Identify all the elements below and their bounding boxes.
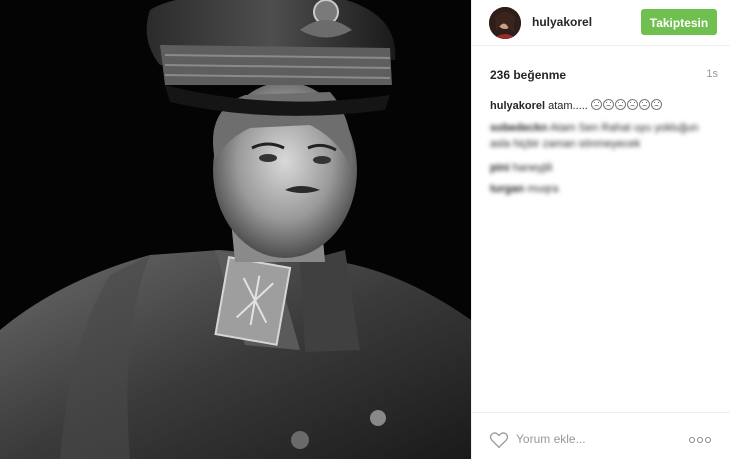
face-emoji-icon (614, 99, 626, 110)
face-emoji-icon (590, 99, 602, 110)
post-photo[interactable] (0, 0, 471, 459)
caption-text: atam..... (548, 100, 588, 112)
list-item: sobedeckn Atam Sen Rahat uyu yokluğun as… (490, 120, 718, 152)
likes-count[interactable]: 236 beğenme (490, 68, 566, 82)
avatar-image (489, 7, 521, 39)
comment-text: muqra (527, 183, 559, 195)
portrait-image (0, 0, 471, 459)
face-emoji-icon (650, 99, 662, 110)
face-emoji-icon (638, 99, 650, 110)
emoji-group (590, 99, 663, 112)
follow-button[interactable]: Takiptesin (641, 9, 717, 35)
face-emoji-icon (626, 99, 638, 110)
list-item: turgan muqra (490, 181, 718, 197)
comment-username[interactable]: pini (490, 162, 510, 174)
more-options-icon[interactable] (689, 437, 713, 443)
caption-username[interactable]: hulyakorel (490, 100, 545, 112)
heart-outline-icon[interactable] (489, 431, 509, 449)
post-footer (472, 412, 730, 459)
likes-row: 236 beğenme 1s (490, 68, 718, 84)
comment-username[interactable]: turgan (490, 183, 524, 195)
face-emoji-icon (602, 99, 614, 110)
post-header: hulyakorel Takiptesin (472, 0, 730, 46)
comment-list: hulyakorel atam..... sobedeckn Atam Sen … (490, 98, 718, 202)
caption: hulyakorel atam..... (490, 98, 718, 114)
avatar[interactable] (489, 7, 521, 39)
header-username[interactable]: hulyakorel (532, 15, 592, 29)
comment-username[interactable]: sobedeckn (490, 122, 547, 134)
comment-text: haneyjili (512, 162, 553, 174)
post-time[interactable]: 1s (706, 68, 718, 80)
instagram-post: hulyakorel Takiptesin 236 beğenme 1s hul… (0, 0, 730, 459)
list-item: pini haneyjili (490, 160, 718, 176)
comment-input[interactable] (516, 429, 656, 449)
post-side-panel: hulyakorel Takiptesin 236 beğenme 1s hul… (471, 0, 730, 459)
